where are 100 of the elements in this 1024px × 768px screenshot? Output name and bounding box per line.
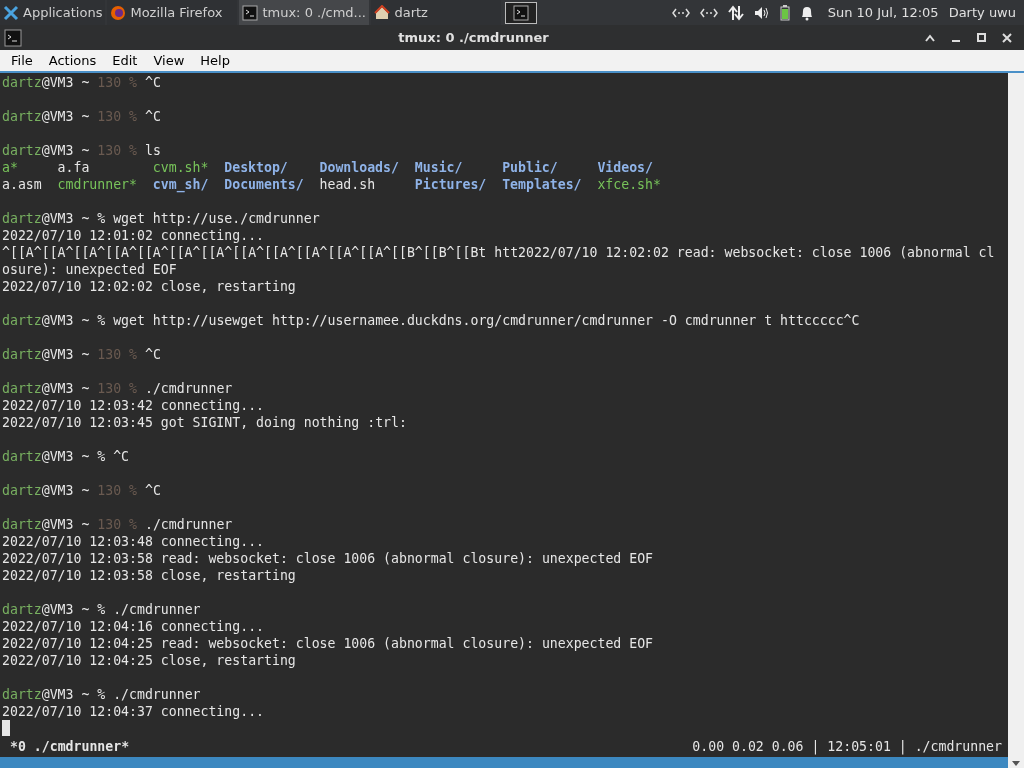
directory-name: Pictures/: [414, 176, 488, 193]
menu-item[interactable]: File: [3, 50, 41, 71]
prompt-user: dartz: [2, 210, 42, 227]
exit-status: 130: [97, 142, 122, 159]
window-title: tmux: 0 ./cmdrunner: [397, 28, 550, 47]
output-line: 2022/07/10 12:04:25 read: websocket: close 1006 (abnormal closure): unexpected EOF: [2, 635, 654, 652]
command-text: ^C: [144, 482, 161, 499]
command-text: wget http://use./cmdrunner: [113, 210, 320, 227]
command-text: ^C: [144, 108, 161, 125]
tmux-status-text: 0.00 0.02 0.06 | 12:05:01 | ./cmdrunner: [692, 738, 1002, 757]
prompt-symbol: %: [129, 142, 137, 159]
terminal-icon: [513, 4, 530, 21]
directory-name: Documents/: [224, 176, 305, 193]
taskbar-button[interactable]: Applications: [0, 0, 106, 25]
directory-name: Desktop/: [224, 159, 289, 176]
prompt-user: dartz: [2, 108, 42, 125]
prompt-host: @VM3 ~: [41, 74, 90, 91]
volume-icon[interactable]: [753, 5, 770, 20]
directory-name: Templates/: [502, 176, 583, 193]
executable-name: xfce.sh*: [597, 176, 662, 193]
network-icon[interactable]: [671, 6, 690, 19]
terminal-icon: [242, 4, 259, 21]
exit-status: 130: [97, 346, 122, 363]
prompt-host: @VM3 ~: [41, 601, 90, 618]
command-text: ./cmdrunner: [113, 601, 201, 618]
directory-name: cvm_sh/: [152, 176, 210, 193]
close-button[interactable]: [1002, 32, 1012, 43]
prompt-host: @VM3 ~: [41, 108, 90, 125]
output-line: ^[[A^[[A^[[A^[[A^[[A^[[A^[[A^[[A^[[A^[[A^[[A^[[A^[[B^[[B^[[Bt htt2022/07/10 12:02:02 read: websocket: close 1006 (abnormal cl: [2, 244, 995, 261]
file-name: a.asm: [2, 176, 43, 193]
exit-status: 130: [97, 108, 122, 125]
terminal-icon: [4, 28, 22, 47]
prompt-symbol: %: [97, 312, 106, 329]
menu-item[interactable]: Actions: [40, 50, 105, 71]
scrollbar[interactable]: [1008, 73, 1024, 768]
exit-status: 130: [97, 74, 122, 91]
executable-name: cmdrunner*: [57, 176, 138, 193]
prompt-host: @VM3 ~: [41, 380, 90, 397]
output-line: 2022/07/10 12:02:02 close, restarting: [2, 278, 296, 295]
prompt-symbol: %: [129, 346, 137, 363]
command-text: ls: [144, 142, 161, 159]
command-text: ^C: [144, 74, 161, 91]
firefox-icon: [110, 4, 127, 21]
maximize-button[interactable]: [977, 33, 986, 42]
exit-status: 130: [97, 380, 122, 397]
scroll-down-arrow-icon[interactable]: [1012, 761, 1020, 766]
prompt-host: @VM3 ~: [41, 686, 90, 703]
taskbar-button[interactable]: Mozilla Firefox: [107, 0, 238, 25]
prompt-symbol: %: [129, 516, 137, 533]
output-line: 2022/07/10 12:03:58 read: websocket: close 1006 (abnormal closure): unexpected EOF: [2, 550, 654, 567]
menu-item[interactable]: Edit: [104, 50, 146, 71]
directory-name: Downloads/: [319, 159, 400, 176]
command-text: ./cmdrunner: [144, 516, 233, 533]
output-line: 2022/07/10 12:01:02 connecting...: [2, 227, 264, 244]
window-shade-button[interactable]: [925, 33, 935, 42]
prompt-user: dartz: [2, 346, 42, 363]
prompt-symbol: %: [97, 210, 106, 227]
tmux-window-label: *0 ./cmdrunner*: [10, 738, 130, 757]
prompt-symbol: %: [129, 108, 137, 125]
prompt-user: dartz: [2, 601, 42, 618]
prompt-symbol: %: [129, 482, 137, 499]
prompt-user: dartz: [2, 142, 42, 159]
taskbar-button[interactable]: tmux: 0 ./cmd...: [239, 0, 370, 25]
user-name[interactable]: Darty uwu: [948, 2, 1016, 23]
transfer-arrows-icon[interactable]: [727, 4, 744, 21]
menu-item[interactable]: View: [145, 50, 193, 71]
prompt-host: @VM3 ~: [41, 448, 90, 465]
prompt-user: dartz: [2, 312, 42, 329]
output-line: 2022/07/10 12:04:37 connecting...: [2, 703, 264, 720]
prompt-user: dartz: [2, 74, 42, 91]
output-line: 2022/07/10 12:03:58 close, restarting: [2, 567, 296, 584]
prompt-user: dartz: [2, 686, 42, 703]
output-line: 2022/07/10 12:04:16 connecting...: [2, 618, 264, 635]
exit-status: 130: [97, 482, 122, 499]
clock[interactable]: Sun 10 Jul, 12:05: [827, 2, 939, 23]
prompt-symbol: %: [97, 448, 106, 465]
command-text: ./cmdrunner: [113, 686, 201, 703]
command-text: ^C: [144, 346, 161, 363]
prompt-host: @VM3 ~: [41, 142, 90, 159]
directory-name: Music/: [414, 159, 464, 176]
command-text: ^C: [113, 448, 130, 465]
prompt-host: @VM3 ~: [41, 312, 90, 329]
battery-icon[interactable]: [779, 4, 790, 21]
directory-name: Videos/: [597, 159, 654, 176]
command-text: wget http://usewget http://usernamee.duckdns.org/cmdrunner/cmdrunner -O cmdrunner t httccccc^C: [113, 312, 860, 329]
output-line: 2022/07/10 12:03:48 connecting...: [2, 533, 264, 550]
workspace-switcher[interactable]: [505, 1, 538, 24]
directory-name: Public/: [502, 159, 559, 176]
prompt-user: dartz: [2, 380, 42, 397]
taskbar-button[interactable]: dartz: [371, 0, 502, 25]
notification-bell-icon[interactable]: [799, 4, 814, 21]
network-icon[interactable]: [699, 6, 718, 19]
xfce-logo-icon: [3, 4, 19, 21]
prompt-symbol: %: [129, 380, 137, 397]
prompt-symbol: %: [97, 686, 106, 703]
output-line: osure): unexpected EOF: [2, 261, 177, 278]
menu-item[interactable]: Help: [192, 50, 238, 71]
prompt-host: @VM3 ~: [41, 482, 90, 499]
output-line: 2022/07/10 12:04:25 close, restarting: [2, 652, 296, 669]
file-name: a.fa: [57, 159, 91, 176]
